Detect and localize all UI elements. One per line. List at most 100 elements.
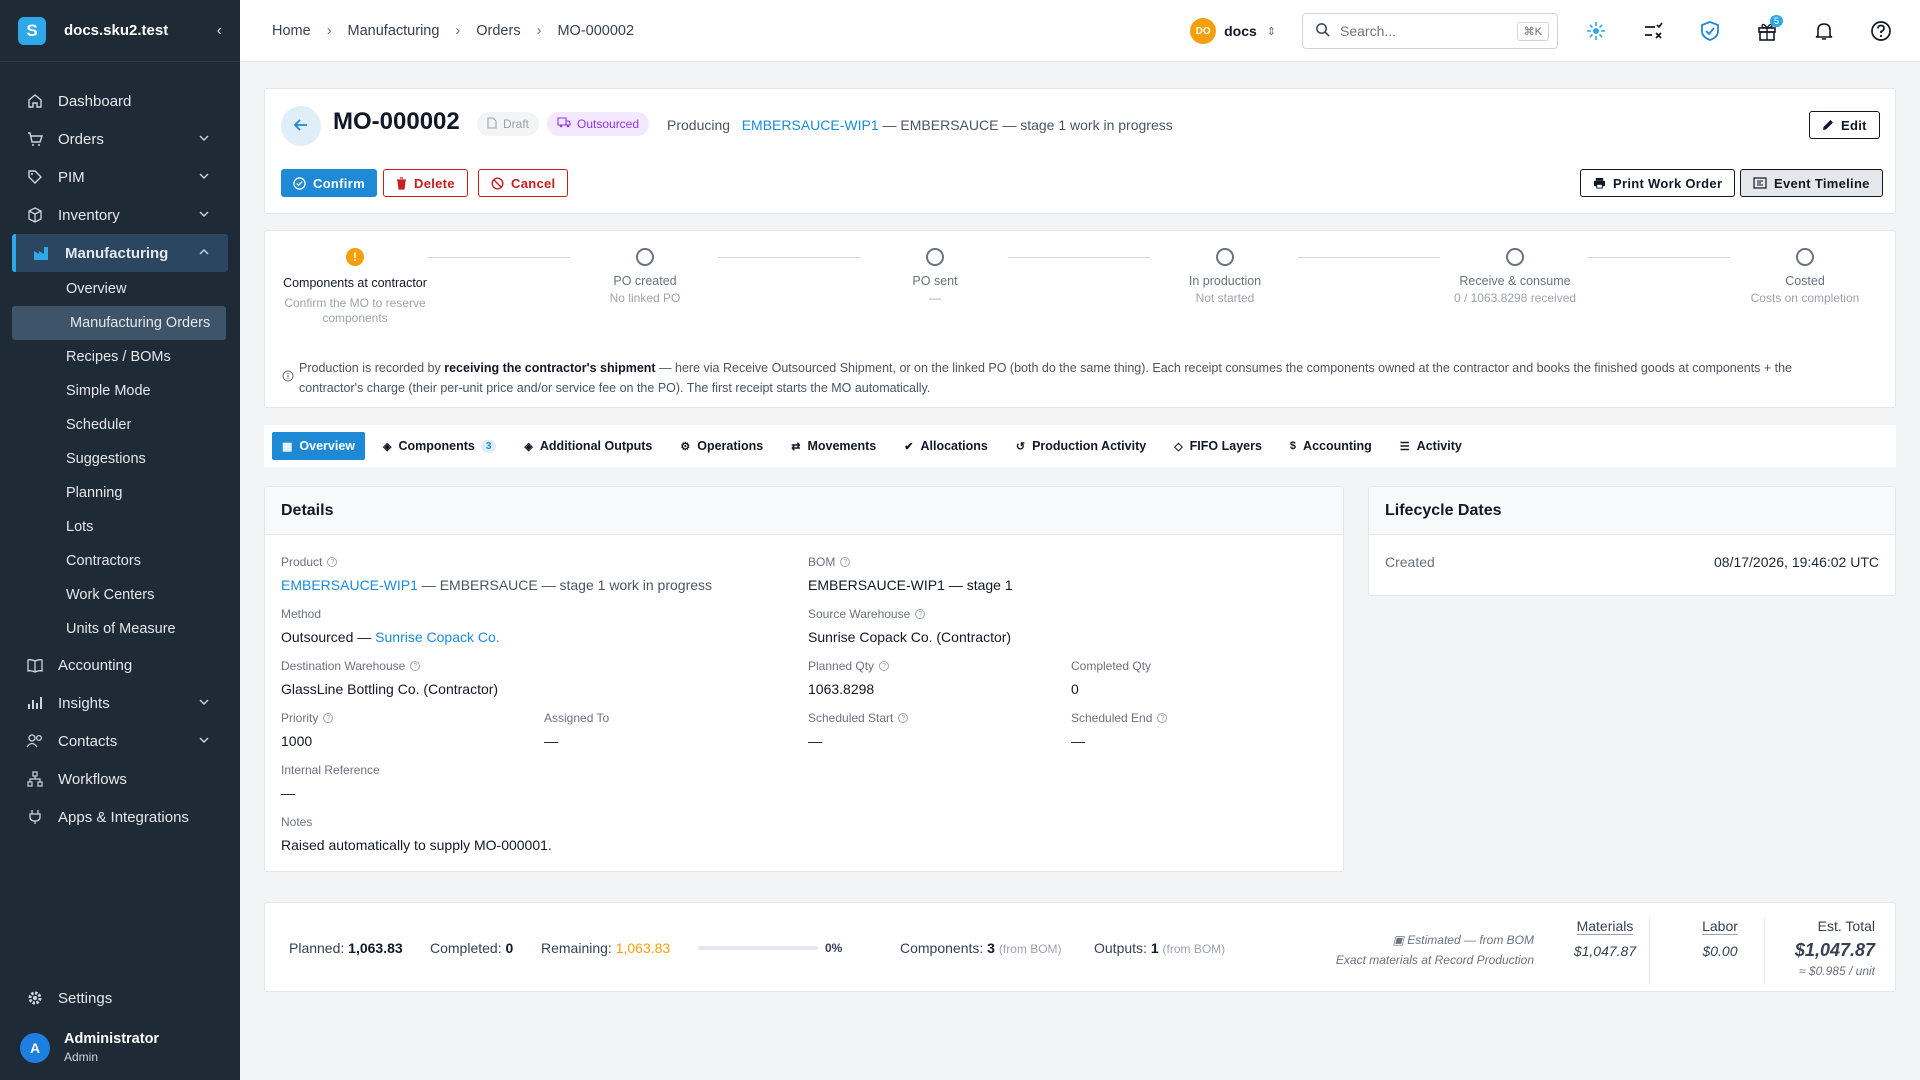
tab-production-activity[interactable]: ↺ Production Activity: [1006, 432, 1156, 460]
breadcrumb-home[interactable]: Home: [272, 23, 311, 39]
org-avatar: DO: [1190, 18, 1217, 44]
org-switcher-name: docs: [1224, 23, 1257, 39]
org-switcher[interactable]: DO docs ⇕: [1190, 18, 1276, 44]
materials-label: Materials: [1576, 918, 1634, 935]
sidebar-subitem-contractors[interactable]: Contractors: [0, 544, 240, 578]
product-link[interactable]: EMBERSAUCE-WIP1: [281, 577, 418, 593]
gift-icon[interactable]: 5: [1749, 13, 1785, 49]
sidebar-item-orders[interactable]: Orders: [0, 120, 240, 158]
summary-note: (from BOM): [1162, 942, 1226, 956]
back-button[interactable]: [281, 106, 321, 146]
tab-activity[interactable]: ☰ Activity: [1390, 432, 1472, 460]
chevron-down-icon: [198, 169, 210, 186]
sidebar-subitem-recipes-boms[interactable]: Recipes / BOMs: [0, 340, 240, 374]
step-circle-icon: [1506, 248, 1524, 266]
summary-note: (from BOM): [998, 942, 1062, 956]
tab-components[interactable]: ◈ Components 3: [373, 432, 506, 460]
sidebar-subitem-suggestions[interactable]: Suggestions: [0, 442, 240, 476]
step-connector: [428, 257, 570, 258]
summary-value: 3: [987, 940, 995, 956]
sidebar-item-dashboard[interactable]: Dashboard: [0, 82, 240, 120]
source-warehouse-link[interactable]: Sunrise Copack Co. (Contractor): [808, 629, 1011, 645]
ai-sparkle-icon[interactable]: [1578, 13, 1614, 49]
bell-icon[interactable]: [1806, 13, 1842, 49]
field-label: Source Warehouse: [808, 607, 911, 621]
tasks-icon[interactable]: [1635, 13, 1671, 49]
delete-button[interactable]: Delete: [383, 169, 468, 197]
gift-count-badge: 5: [1769, 15, 1783, 27]
sidebar-item-label: Settings: [58, 989, 113, 1007]
bom-link[interactable]: EMBERSAUCE-WIP1 — stage 1: [808, 577, 1013, 593]
step-label: Components at contractor: [283, 276, 427, 290]
product-sku-link[interactable]: EMBERSAUCE-WIP1: [742, 117, 879, 133]
shield-icon[interactable]: [1692, 13, 1728, 49]
breadcrumb-orders[interactable]: Orders: [476, 23, 520, 39]
summary-remaining: Remaining: 1,063.83: [541, 940, 670, 956]
sidebar-subitem-scheduler[interactable]: Scheduler: [0, 408, 240, 442]
contractor-link[interactable]: Sunrise Copack Co.: [375, 629, 500, 645]
sidebar-subitem-lots[interactable]: Lots: [0, 510, 240, 544]
sidebar-item-label: Insights: [58, 694, 110, 712]
sidebar-item-inventory[interactable]: Inventory: [0, 196, 240, 234]
tab-fifo-layers[interactable]: ◇ FIFO Layers: [1164, 432, 1272, 460]
chevron-right-icon: ›: [326, 22, 332, 39]
tab-bar: ▦ Overview ◈ Components 3 ◈ Additional Outpu…: [264, 425, 1896, 467]
chevron-up-down-icon: ⇕: [1266, 25, 1276, 38]
step-label: Costed: [1785, 274, 1825, 288]
step-po-sent: PO sent —: [850, 248, 1020, 306]
edit-button[interactable]: Edit: [1809, 111, 1880, 139]
event-timeline-button[interactable]: Event Timeline: [1740, 169, 1883, 197]
user-profile[interactable]: A Administrator Admin: [0, 1017, 240, 1080]
sidebar-subitem-overview[interactable]: Overview: [0, 272, 240, 306]
help-icon: ?: [898, 713, 909, 723]
estimate-line: Exact materials at Record Production: [1335, 953, 1534, 967]
tab-additional-outputs[interactable]: ◈ Additional Outputs: [514, 432, 662, 460]
tab-label: Components: [398, 439, 475, 453]
est-total-label: Est. Total: [1817, 918, 1875, 934]
sidebar-item-workflows[interactable]: Workflows: [0, 760, 240, 798]
sidebar-item-pim[interactable]: PIM: [0, 158, 240, 196]
collapse-sidebar-icon[interactable]: ‹: [217, 22, 222, 40]
destination-warehouse-link[interactable]: GlassLine Bottling Co. (Contractor): [281, 681, 498, 697]
sidebar-item-insights[interactable]: Insights: [0, 684, 240, 722]
sidebar-item-accounting[interactable]: Accounting: [0, 646, 240, 684]
chevron-down-icon: [198, 733, 210, 750]
method-prefix: Outsourced —: [281, 629, 376, 645]
step-circle-icon: [1796, 248, 1814, 266]
sidebar-subitem-planning[interactable]: Planning: [0, 476, 240, 510]
tab-overview[interactable]: ▦ Overview: [272, 432, 365, 460]
sidebar-item-apps-integrations[interactable]: Apps & Integrations: [0, 798, 240, 836]
help-icon[interactable]: [1863, 13, 1899, 49]
step-connector: [1008, 257, 1150, 258]
labor-value: $0.00: [1702, 943, 1738, 959]
sidebar-subitem-manufacturing-orders[interactable]: Manufacturing Orders: [12, 306, 226, 340]
summary-label: Completed:: [430, 940, 502, 956]
sidebar-subitem-simple-mode[interactable]: Simple Mode: [0, 374, 240, 408]
field-label: Product: [281, 555, 323, 569]
sidebar-item-manufacturing[interactable]: Manufacturing: [12, 234, 228, 272]
document-icon: [487, 116, 497, 132]
step-sub: No linked PO: [609, 291, 681, 305]
workflow-icon: [26, 770, 44, 788]
dollar-icon: $: [1289, 440, 1297, 452]
tab-allocations[interactable]: ✔ Allocations: [894, 432, 998, 460]
tag-icon: [26, 168, 44, 186]
confirm-button[interactable]: Confirm: [281, 169, 377, 197]
sidebar-subitem-work-centers[interactable]: Work Centers: [0, 578, 240, 612]
tab-accounting[interactable]: $ Accounting: [1280, 432, 1382, 460]
product-rest: — EMBERSAUCE — stage 1 work in progress: [417, 577, 713, 593]
sidebar-item-contacts[interactable]: Contacts: [0, 722, 240, 760]
labor-cost: Labor $0.00: [1690, 918, 1750, 959]
sidebar-subitem-units-of-measure[interactable]: Units of Measure: [0, 612, 240, 646]
sidebar-item-settings[interactable]: Settings: [0, 979, 240, 1017]
cancel-button[interactable]: Cancel: [478, 169, 569, 197]
tab-movements[interactable]: ⇄ Movements: [781, 432, 886, 460]
search-input[interactable]: Search... ⌘K: [1302, 13, 1558, 49]
tab-operations[interactable]: ⚙ Operations: [670, 432, 773, 460]
step-sub: Costs on completion: [1750, 291, 1860, 305]
print-work-order-button[interactable]: Print Work Order: [1580, 169, 1736, 197]
summary-completed: Completed: 0: [430, 940, 513, 956]
edit-button-label: Edit: [1841, 117, 1867, 133]
breadcrumb-manufacturing[interactable]: Manufacturing: [348, 23, 440, 39]
list-icon: ☰: [1399, 440, 1410, 453]
